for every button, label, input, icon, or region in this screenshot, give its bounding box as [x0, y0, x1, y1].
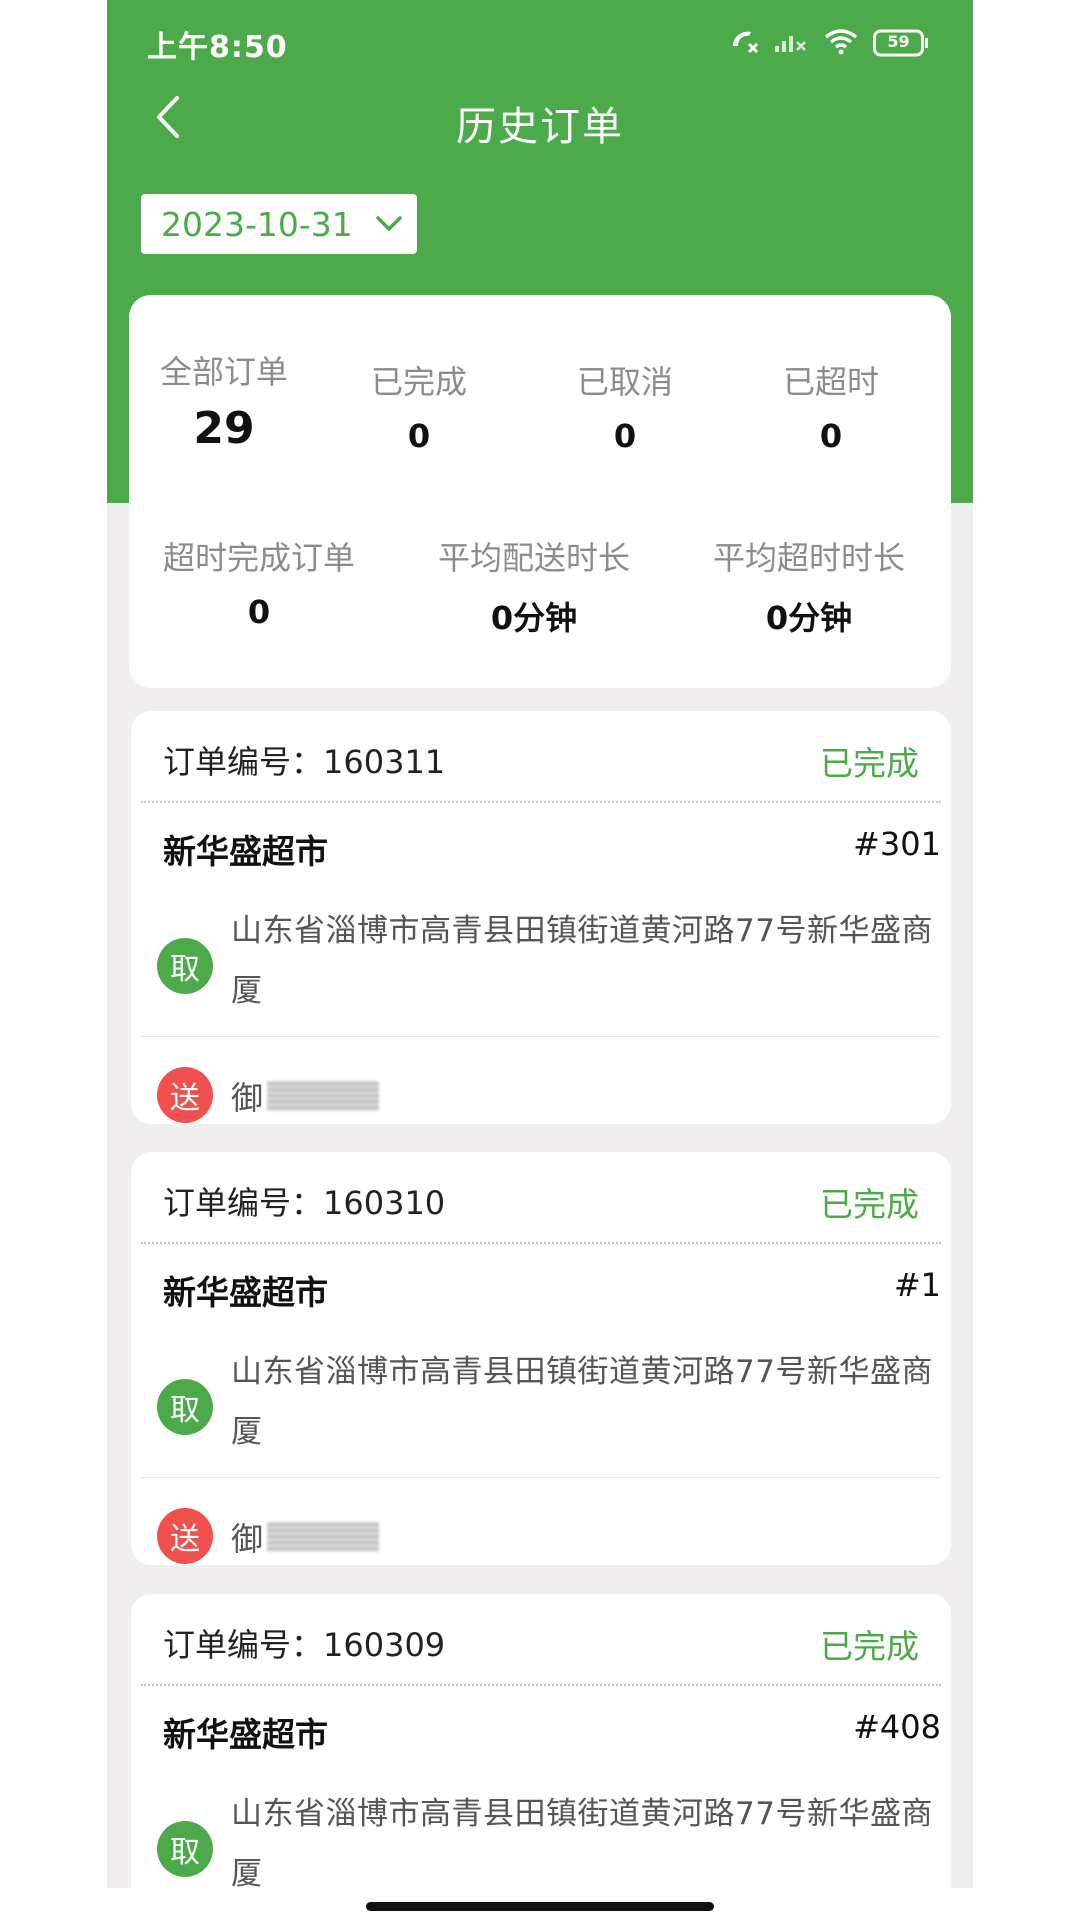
chevron-down-icon: [375, 215, 403, 233]
deliver-address: 御: [231, 1514, 380, 1560]
stat-label: 已取消: [576, 363, 673, 401]
stat-timeout: 已超时 0: [766, 357, 896, 455]
blurred-address: [267, 1081, 380, 1111]
status-time: 上午8:50: [147, 30, 288, 65]
call-missed-icon: [729, 26, 759, 60]
app-screen: 上午8:50 59 历史订单 2023-10-31 全部订单 29 已完成 0 …: [107, 0, 973, 1888]
wifi-icon: [823, 27, 859, 59]
pickup-address: 山东省淄博市高青县田镇街道黄河路77号新华盛商厦: [231, 1354, 933, 1450]
stat-value: 29: [193, 403, 255, 454]
stat-timeout-completed: 超时完成订单 0: [159, 533, 359, 631]
stat-avg-delivery-time: 平均配送时长 0分钟: [434, 533, 634, 639]
deliver-address: 御: [231, 1073, 380, 1119]
shop-name: 新华盛超市: [163, 1273, 328, 1312]
order-card[interactable]: 订单编号：160310 已完成 新华盛超市 #1 取 山东省淄博市高青县田镇街道…: [131, 1152, 951, 1565]
order-tag: #1: [893, 1266, 941, 1304]
pickup-address: 山东省淄博市高青县田镇街道黄河路77号新华盛商厦: [231, 1796, 933, 1888]
status-bar: 上午8:50 59: [107, 0, 973, 84]
order-number: 订单编号：160310: [163, 1184, 446, 1222]
order-number: 订单编号：160311: [163, 743, 446, 781]
order-card-header: 订单编号：160310 已完成: [141, 1152, 941, 1244]
stat-cancelled: 已取消 0: [560, 357, 690, 455]
pickup-badge: 取: [157, 1821, 213, 1877]
date-value: 2023-10-31: [161, 204, 353, 244]
order-status: 已完成: [820, 744, 919, 783]
pickup-badge: 取: [157, 938, 213, 994]
battery-level: 59: [887, 32, 910, 51]
order-summary-card: 全部订单 29 已完成 0 已取消 0 已超时 0 超时完成订单 0 平均配送时…: [129, 295, 951, 688]
stat-label: 已完成: [370, 363, 467, 401]
order-number: 订单编号：160309: [163, 1626, 446, 1664]
stat-value: 0分钟: [765, 599, 853, 637]
shop-name: 新华盛超市: [163, 1715, 328, 1754]
date-selector[interactable]: 2023-10-31: [141, 194, 417, 254]
order-card[interactable]: 订单编号：160311 已完成 新华盛超市 #301 取 山东省淄博市高青县田镇…: [131, 711, 951, 1124]
deliver-badge: 送: [157, 1508, 213, 1564]
battery-icon: 59: [873, 29, 929, 57]
status-icons: 59: [729, 26, 929, 60]
home-indicator[interactable]: [366, 1902, 714, 1911]
stat-label: 平均配送时长: [437, 539, 630, 577]
stat-value: 0分钟: [490, 599, 578, 637]
divider: [141, 1036, 941, 1037]
stat-label: 全部订单: [159, 353, 288, 391]
stat-value: 0: [613, 417, 637, 455]
blurred-address: [267, 1522, 380, 1552]
stat-value: 0: [247, 593, 271, 631]
order-status: 已完成: [820, 1185, 919, 1224]
page-title: 历史订单: [456, 104, 624, 150]
divider: [141, 1477, 941, 1478]
order-card-header: 订单编号：160311 已完成: [141, 711, 941, 803]
deliver-badge: 送: [157, 1067, 213, 1123]
stat-label: 已超时: [782, 363, 879, 401]
stat-label: 超时完成订单: [162, 539, 355, 577]
order-card[interactable]: 订单编号：160309 已完成 新华盛超市 #408 取 山东省淄博市高青县田镇…: [131, 1594, 951, 1888]
stat-avg-timeout-time: 平均超时时长 0分钟: [709, 533, 909, 639]
shop-name: 新华盛超市: [163, 832, 328, 871]
order-tag: #408: [853, 1708, 941, 1746]
deliver-name: 御: [231, 1079, 264, 1117]
deliver-name: 御: [231, 1520, 264, 1558]
order-card-header: 订单编号：160309 已完成: [141, 1594, 941, 1686]
stat-value: 0: [819, 417, 843, 455]
pickup-badge: 取: [157, 1379, 213, 1435]
signal-icon: [773, 28, 809, 58]
order-tag: #301: [853, 825, 941, 863]
order-status: 已完成: [820, 1627, 919, 1666]
stat-completed: 已完成 0: [354, 357, 484, 455]
pickup-address: 山东省淄博市高青县田镇街道黄河路77号新华盛商厦: [231, 913, 933, 1009]
stat-all-orders: 全部订单 29: [159, 347, 289, 454]
stat-label: 平均超时时长: [712, 539, 905, 577]
title-bar: 历史订单: [107, 84, 973, 154]
stat-value: 0: [407, 417, 431, 455]
